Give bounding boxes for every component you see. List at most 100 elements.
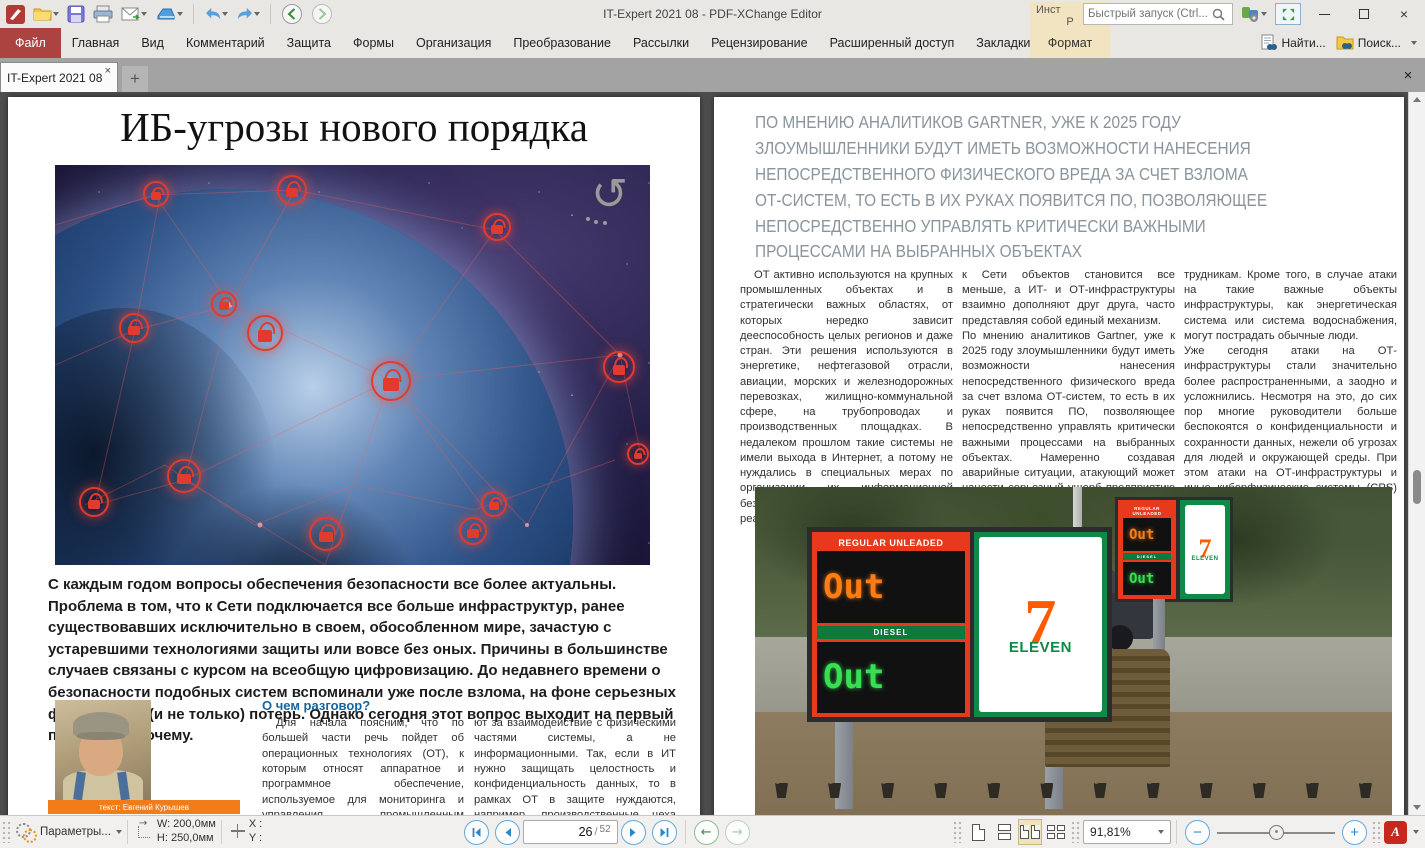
padlock-icon <box>603 351 635 383</box>
new-tab-button[interactable]: + <box>122 66 148 92</box>
padlock-icon <box>309 517 343 551</box>
scroll-down-icon[interactable] <box>1412 803 1422 813</box>
tab-close-icon[interactable]: × <box>105 65 111 77</box>
hero-image-earth-padlocks: ↺ <box>55 165 650 565</box>
section-heading: О чем разговор? <box>262 698 371 713</box>
menu-protect[interactable]: Защита <box>276 28 342 58</box>
minimize-button[interactable] <box>1307 2 1341 26</box>
page-number-input[interactable]: 26 / 52 <box>522 820 618 844</box>
menu-home[interactable]: Главная <box>61 28 131 58</box>
tabbar-close-button[interactable]: × <box>1397 64 1419 86</box>
search-folder-icon <box>1336 36 1354 50</box>
layout-continuous-button[interactable] <box>992 819 1016 845</box>
quick-launch-input[interactable] <box>1088 8 1212 20</box>
title-bar: IT-Expert 2021 08 - PDF-XChange Editor И… <box>0 0 1425 58</box>
page-left: ИБ-угрозы нового порядка ↺ С каждым годо… <box>8 97 700 815</box>
nav-forward-button[interactable] <box>309 2 335 26</box>
undo-button[interactable] <box>202 2 230 26</box>
padlock-icon <box>483 213 511 241</box>
page-right: ПО МНЕНИЮ АНАЛИТИКОВ GARTNER, УЖЕ К 2025… <box>714 97 1404 815</box>
menu-file[interactable]: Файл <box>0 28 61 58</box>
menu-accessibility[interactable]: Расширенный доступ <box>819 28 966 58</box>
next-page-button[interactable] <box>620 819 646 845</box>
padlock-icon <box>167 459 201 493</box>
search-files-button[interactable]: Поиск... <box>1336 35 1401 51</box>
document-tab[interactable]: IT-Expert 2021 08 × <box>0 62 118 92</box>
save-button[interactable] <box>65 2 87 26</box>
prev-page-button[interactable] <box>494 819 520 845</box>
menu-bar: Файл Главная Вид Комментарий Защита Форм… <box>0 28 1425 58</box>
pull-quote-headline: ПО МНЕНИЮ АНАЛИТИКОВ GARTNER, УЖЕ К 2025… <box>755 112 1268 262</box>
gear-icon <box>14 821 37 843</box>
scan-button[interactable] <box>153 2 185 26</box>
author-caption: текст: Евгений Курышев <box>48 800 240 814</box>
fullscreen-button[interactable] <box>1275 3 1301 25</box>
menu-mailings[interactable]: Рассылки <box>622 28 700 58</box>
nav-back-button[interactable] <box>279 2 305 26</box>
window-title: IT-Expert 2021 08 - PDF-XChange Editor <box>603 7 822 21</box>
zoom-slider-thumb[interactable] <box>1269 824 1285 840</box>
padlock-icon <box>481 491 507 517</box>
menu-review[interactable]: Рецензирование <box>700 28 819 58</box>
padlock-icon <box>371 361 411 401</box>
left-page-column-1: Для начала поясним, что по большей части… <box>262 717 464 815</box>
menu-organize[interactable]: Организация <box>405 28 502 58</box>
document-tab-bar: IT-Expert 2021 08 × + × <box>0 58 1425 92</box>
history-back-button[interactable]: ← <box>693 819 719 845</box>
quick-launch-search[interactable] <box>1083 3 1233 25</box>
scrollbar-thumb[interactable] <box>1413 470 1421 504</box>
app-logo-icon <box>4 2 27 26</box>
article-title: ИБ-угрозы нового порядка <box>120 104 588 150</box>
adobe-pdf-icon[interactable]: A <box>1384 820 1408 844</box>
close-button[interactable]: × <box>1387 2 1421 26</box>
ui-options-button[interactable] <box>1239 2 1269 26</box>
chevron-down-icon[interactable] <box>1413 830 1420 834</box>
gas-price-sign-main: REGULAR UNLEADED Out DIESEL Out 7 ELEVEN <box>807 527 1112 722</box>
left-page-column-2: ют за взаимодействие с физическими частя… <box>474 717 676 815</box>
menu-view[interactable]: Вид <box>130 28 175 58</box>
gas-price-sign-far: REGULAR UNLEADED Out DIESEL Out 7 ELEVEN <box>1115 497 1233 602</box>
layout-single-page-button[interactable] <box>966 819 990 845</box>
layout-two-page-button[interactable] <box>1018 819 1043 845</box>
author-photo <box>55 700 151 800</box>
right-page-column-3: трудникам. Кроме того, в случае атаки на… <box>1184 269 1397 510</box>
toolbar-grip[interactable] <box>2 821 12 843</box>
zoom-out-button[interactable]: − <box>1185 819 1211 845</box>
document-viewport[interactable]: ИБ-угрозы нового порядка ↺ С каждым годо… <box>0 92 1425 815</box>
history-forward-button[interactable]: → <box>724 819 750 845</box>
padlock-icon <box>247 315 283 351</box>
toolbar-grip[interactable] <box>1071 821 1082 843</box>
redo-button[interactable] <box>234 2 262 26</box>
chevron-down-icon[interactable] <box>1411 41 1417 45</box>
zoom-in-button[interactable]: + <box>1342 819 1368 845</box>
rotate-page-icon[interactable]: ↺ <box>591 173 628 217</box>
parameters-dropdown[interactable]: Параметры... <box>40 826 122 838</box>
search-icon <box>1212 8 1225 21</box>
find-button[interactable]: Найти... <box>1261 34 1326 52</box>
page-size-readout: W: 200,0мм H: 250,0мм <box>156 818 216 844</box>
menu-comment[interactable]: Комментарий <box>175 28 276 58</box>
zoom-slider[interactable] <box>1217 820 1336 845</box>
rotate-dots-icon <box>586 217 590 221</box>
padlock-icon <box>627 443 649 465</box>
status-bar: Параметры... W: 200,0мм H: 250,0мм X : Y… <box>0 815 1425 848</box>
page-size-icon <box>136 818 154 841</box>
menu-format-tab[interactable]: Формат <box>1030 28 1110 58</box>
app-window: IT-Expert 2021 08 - PDF-XChange Editor И… <box>0 0 1425 848</box>
toolbar-grip[interactable] <box>953 821 964 843</box>
scroll-up-icon[interactable] <box>1412 94 1422 104</box>
print-button[interactable] <box>91 2 115 26</box>
first-page-button[interactable] <box>463 819 489 845</box>
layout-two-page-continuous-button[interactable] <box>1044 819 1068 845</box>
email-button[interactable] <box>119 2 149 26</box>
vertical-scrollbar[interactable] <box>1408 92 1425 815</box>
menu-convert[interactable]: Преобразование <box>502 28 622 58</box>
last-page-button[interactable] <box>651 819 677 845</box>
padlock-icon <box>119 313 149 343</box>
open-file-button[interactable] <box>31 2 61 26</box>
maximize-button[interactable] <box>1347 2 1381 26</box>
cursor-position-icon <box>230 823 246 841</box>
zoom-level-dropdown[interactable]: 91,81% <box>1083 820 1172 844</box>
menu-forms[interactable]: Формы <box>342 28 405 58</box>
toolbar-grip[interactable] <box>1372 821 1383 843</box>
